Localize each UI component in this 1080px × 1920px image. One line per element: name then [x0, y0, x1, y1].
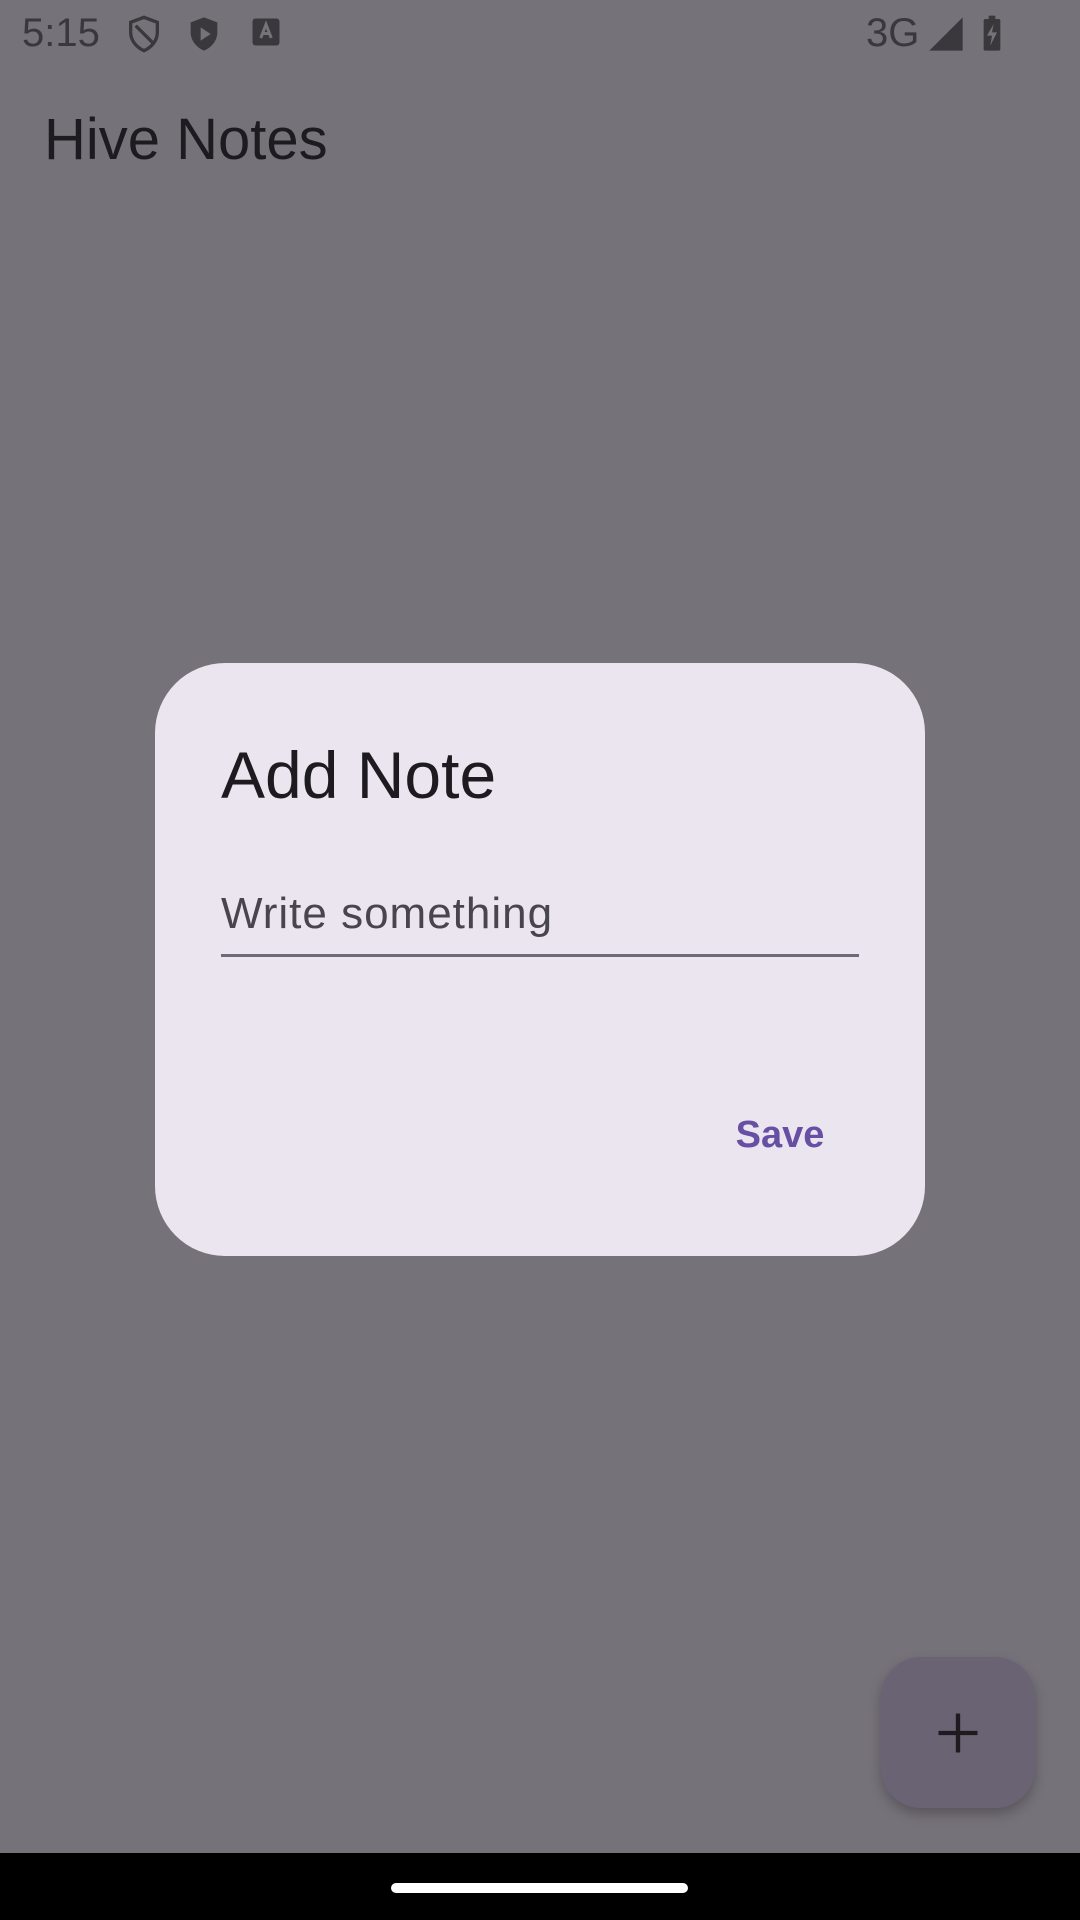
- add-note-fab[interactable]: [881, 1657, 1035, 1808]
- navigation-bar: [0, 1853, 1080, 1920]
- shield-play-icon: [184, 14, 224, 54]
- add-note-dialog: Add Note Save: [155, 663, 925, 1256]
- dialog-title: Add Note: [221, 738, 497, 812]
- battery-charging-icon: [972, 14, 1012, 54]
- save-button[interactable]: Save: [705, 1093, 855, 1177]
- status-bar: 5:15 3G: [0, 0, 1080, 66]
- plus-icon: [938, 1713, 978, 1753]
- network-type: 3G: [866, 11, 920, 55]
- font-badge-icon: [248, 14, 288, 54]
- app-title: Hive Notes: [44, 107, 328, 172]
- home-indicator[interactable]: [391, 1883, 688, 1893]
- shield-outline-icon: [124, 14, 164, 54]
- signal-icon: [926, 14, 966, 54]
- status-time: 5:15: [22, 11, 100, 55]
- note-input[interactable]: [221, 885, 859, 957]
